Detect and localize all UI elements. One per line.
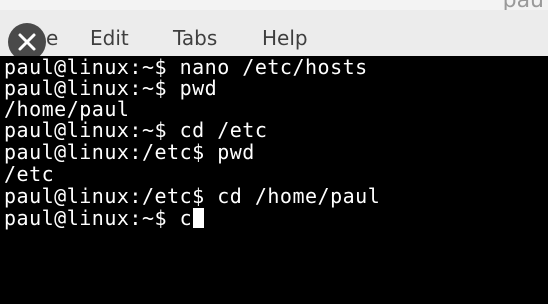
terminal-window: pau e Edit Tabs Help paul@linux:~$ nano …: [0, 0, 548, 304]
terminal-line: paul@linux:/etc$ pwd: [4, 140, 255, 164]
terminal-line: paul@linux:~$ pwd: [4, 76, 218, 100]
terminal-line: paul@linux:/etc$ cd /home/paul: [4, 184, 381, 208]
terminal-line: paul@linux:~$ nano /etc/hosts: [4, 56, 368, 79]
terminal-line: paul@linux:~$ cd /etc: [4, 118, 268, 142]
title-bar: pau: [0, 0, 548, 13]
terminal-line: /home/paul: [4, 97, 130, 121]
block-cursor: [193, 208, 205, 228]
menu-bar: e Edit Tabs Help: [0, 10, 548, 61]
menu-file[interactable]: e: [46, 26, 58, 50]
menu-tabs[interactable]: Tabs: [173, 26, 217, 50]
terminal-output[interactable]: paul@linux:~$ nano /etc/hosts paul@linux…: [0, 56, 548, 304]
terminal-prompt-line[interactable]: paul@linux:~$ c: [4, 206, 205, 230]
menu-edit[interactable]: Edit: [90, 26, 129, 50]
current-input: paul@linux:~$ c: [4, 206, 193, 230]
terminal-line: /etc: [4, 162, 55, 186]
menu-help[interactable]: Help: [262, 26, 308, 50]
